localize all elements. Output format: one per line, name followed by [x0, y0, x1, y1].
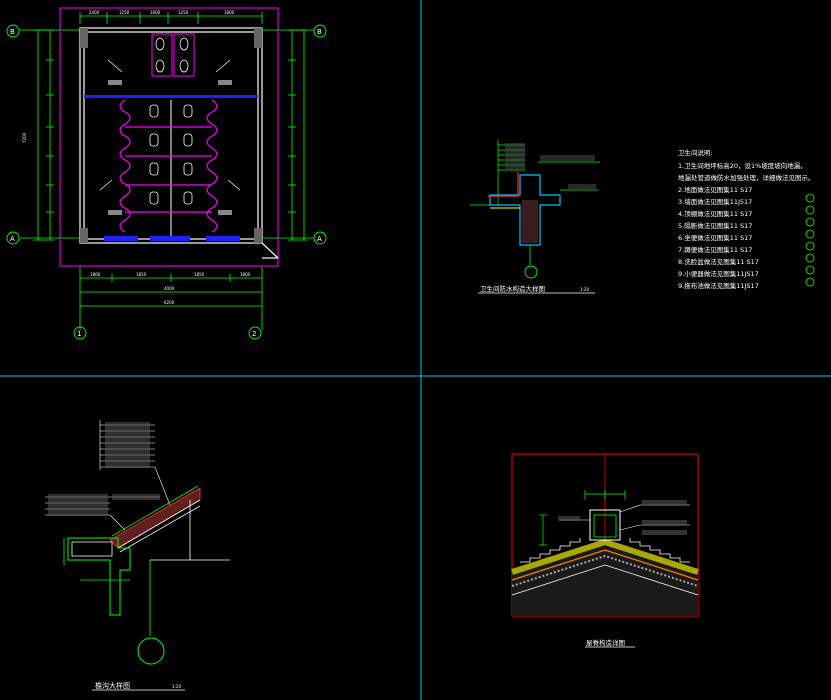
eave-scale: 1:20	[172, 684, 181, 689]
ridge-note-1	[642, 500, 687, 505]
notes-line-11: 9.拖布池做法见图集11JS17	[678, 281, 759, 290]
notes-line-10: 9.小便器做法见图集11JS17	[678, 269, 759, 278]
eave-note-mid	[112, 494, 160, 500]
top-dim-1: 2400	[89, 10, 100, 15]
ridge-note-3	[642, 530, 687, 535]
cubicle-partitions	[119, 99, 218, 233]
notes-line-5: 4.顶棚做法见图集11 S17	[678, 209, 752, 218]
top-dimension-chain	[79, 12, 263, 24]
section-note-right	[540, 155, 595, 161]
concrete-hatch	[522, 200, 538, 243]
wall-column-bl	[80, 228, 88, 243]
notes-line-3: 2.地面做法见图集11 S17	[678, 185, 752, 194]
notes-line-2: 地漏处管道做防水加强处理，详细做法见图示。	[678, 173, 815, 182]
room-tag-tl	[108, 80, 122, 85]
cad-drawing-sheet: 2400 1250 1000 1250 1800 7200 B B A A 18…	[0, 0, 831, 700]
axis-label-2: 2	[252, 330, 256, 338]
window-bottom-left	[104, 236, 138, 241]
left-total-dim: 7200	[22, 132, 27, 143]
room-tag-bl	[108, 210, 122, 215]
top-stalls	[151, 33, 195, 77]
notes-block: 卫生间说明: 1.卫生间地坪标高20，设1%坡度坡向地漏。 地漏处管道做防水加强…	[678, 148, 815, 290]
wall-column-tl	[80, 28, 88, 48]
section-note-block	[505, 143, 525, 169]
bottom-dimension-chain	[79, 266, 263, 330]
axis-label-b-left: B	[10, 28, 15, 36]
bottom-dim-2: 1850	[136, 272, 147, 277]
notes-line-8: 7.蹲便做法见图集11 S17	[678, 245, 752, 254]
bottom-total-dim-2: 6200	[164, 300, 175, 305]
room-arrows	[99, 59, 241, 191]
section-note-right-2	[568, 184, 596, 189]
notes-line-7: 6.坐便做法见图集11 S17	[678, 233, 752, 242]
notes-line-4: 3.墙面做法见图集11J517	[678, 197, 752, 206]
corridor-band	[84, 95, 258, 98]
ridge-detail: 屋脊构造详图	[511, 453, 699, 648]
room-tag-tr	[218, 80, 232, 85]
right-dimension-chain	[288, 29, 308, 241]
notes-line-1: 1.卫生间地坪标高20，设1%坡度坡向地漏。	[678, 161, 807, 170]
notes-symbols	[805, 193, 815, 287]
waterproof-membrane	[488, 172, 519, 197]
plan-boundary	[59, 7, 279, 267]
floor-plan: 2400 1250 1000 1250 1800 7200 B B A A 18…	[6, 7, 327, 340]
wall-column-br	[254, 228, 262, 243]
eave-note-block	[105, 422, 150, 468]
top-dim-4: 1250	[178, 10, 189, 15]
top-dim-3: 1000	[150, 10, 161, 15]
notes-line-9: 8.洗脸盆做法见图集11 S17	[678, 257, 759, 266]
notes-line-6: 5.隔断做法见图集11 S17	[678, 221, 752, 230]
bottom-total-dim: 4000	[164, 286, 175, 291]
axis-label-a-left: A	[10, 235, 15, 243]
section-axis-bubble	[524, 265, 538, 279]
left-dimension-chain	[34, 29, 54, 241]
section-title: 卫生间防水构造大样图	[480, 284, 545, 293]
window-bottom-mid	[150, 236, 190, 241]
bottom-dim-1: 1800	[90, 272, 101, 277]
eave-note-block-left	[48, 494, 108, 516]
eave-gutter-inner	[71, 541, 113, 557]
axis-label-1: 1	[77, 330, 81, 338]
section-scale: 1:20	[580, 287, 589, 292]
top-dim-5: 1800	[224, 10, 235, 15]
ridge-note-2	[642, 520, 687, 525]
waterproof-section: 卫生间防水构造大样图 1:20	[470, 140, 600, 294]
wall-column-tr	[254, 28, 262, 48]
plan-walls	[79, 27, 279, 259]
ridge-title: 屋脊构造详图	[586, 638, 625, 647]
ridge-note-left	[558, 516, 580, 521]
axis-label-a-right: A	[317, 235, 322, 243]
eave-detail: 檐沟大样图 1:20	[45, 420, 230, 691]
bottom-dim-3: 1850	[194, 272, 205, 277]
top-dim-2: 1250	[119, 10, 130, 15]
eave-gutter-outline	[67, 537, 131, 616]
axis-label-b-right: B	[317, 28, 322, 36]
notes-title: 卫生间说明:	[678, 148, 713, 157]
window-bottom-right	[206, 236, 240, 241]
room-tag-br	[218, 210, 232, 215]
eave-axis-bubble	[137, 637, 165, 665]
bottom-dim-4: 1800	[240, 272, 251, 277]
eave-title: 檐沟大样图	[95, 681, 130, 690]
